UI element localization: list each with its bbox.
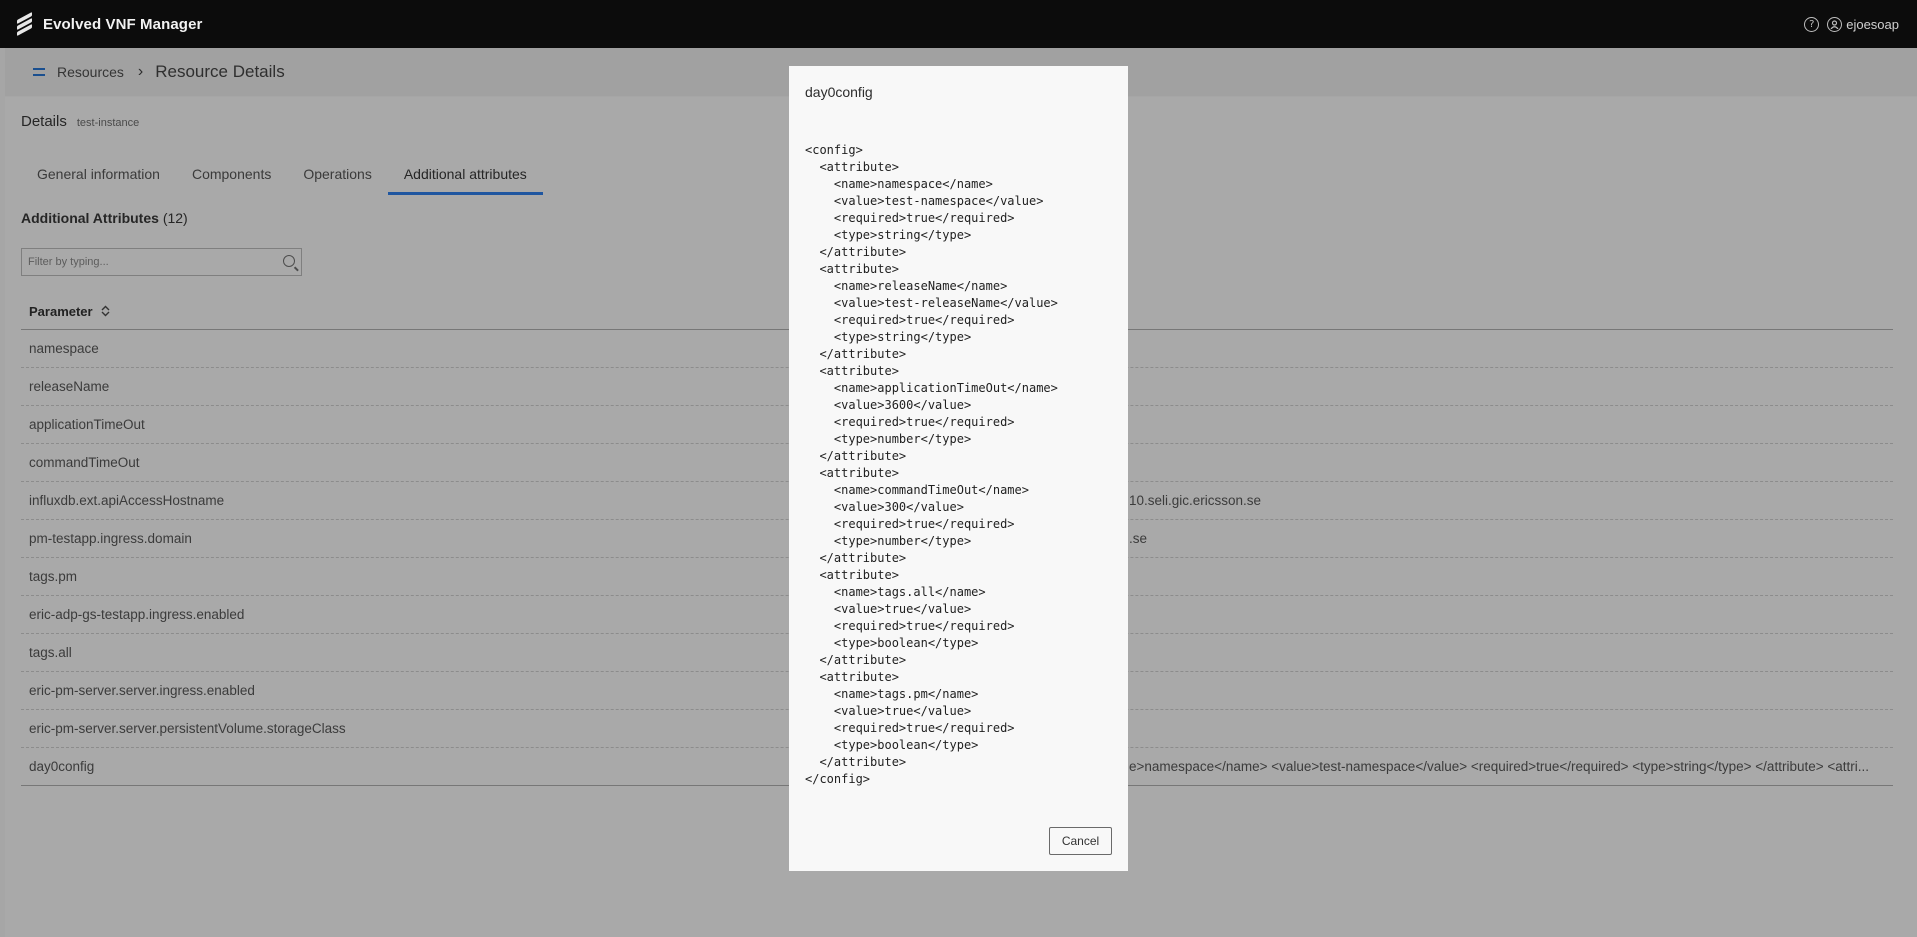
row-value: .se xyxy=(1129,531,1148,546)
sort-icon[interactable] xyxy=(101,305,110,317)
user-name: ejoesoap xyxy=(1846,16,1899,32)
tab-additional-attributes[interactable]: Additional attributes xyxy=(387,153,543,195)
row-parameter: namespace xyxy=(29,341,99,356)
dialog-title: day0config xyxy=(805,84,873,100)
page-title: Resource Details xyxy=(155,62,285,81)
tab-general-information[interactable]: General information xyxy=(21,153,176,195)
search-icon xyxy=(283,255,295,267)
dialog-xml-content: <config> <attribute> <name>namespace</na… xyxy=(805,143,1058,786)
user-icon xyxy=(1827,16,1843,32)
attribute-count: (12) xyxy=(162,210,188,226)
tab-operations[interactable]: Operations xyxy=(287,153,387,195)
row-parameter: applicationTimeOut xyxy=(29,417,145,432)
tab-components[interactable]: Components xyxy=(176,153,287,195)
ericsson-logo-icon xyxy=(17,12,35,36)
breadcrumb-resources-link[interactable]: Resources xyxy=(57,64,124,80)
app-title: Evolved VNF Manager xyxy=(43,15,203,33)
row-parameter: eric-pm-server.server.persistentVolume.s… xyxy=(29,721,346,736)
row-parameter: eric-pm-server.server.ingress.enabled xyxy=(29,683,255,698)
section-title: Additional Attributes (12) xyxy=(21,210,188,226)
row-parameter: tags.all xyxy=(29,645,72,660)
chevron-right-icon: › xyxy=(137,63,144,80)
row-value: 10.seli.gic.ericsson.se xyxy=(1129,493,1262,508)
row-parameter: influxdb.ext.apiAccessHostname xyxy=(29,493,225,508)
top-bar: Evolved VNF Manager ? ejoesoap xyxy=(0,0,1917,48)
row-parameter: day0config xyxy=(29,759,95,774)
menu-icon[interactable] xyxy=(33,68,45,76)
row-parameter: tags.pm xyxy=(29,569,78,584)
column-header-label: Parameter xyxy=(29,303,93,319)
filter-box xyxy=(21,248,302,276)
row-parameter: pm-testapp.ingress.domain xyxy=(29,531,192,546)
row-parameter: eric-adp-gs-testapp.ingress.enabled xyxy=(29,607,245,622)
section-title-text: Additional Attributes xyxy=(21,210,159,226)
instance-name: test-instance xyxy=(76,117,140,129)
row-value: e>namespace</name> <value>test-namespace… xyxy=(1129,759,1869,774)
row-parameter: releaseName xyxy=(29,379,110,394)
day0config-dialog: day0config <config> <attribute> <name>na… xyxy=(789,66,1128,871)
tab-bar: General information Components Operation… xyxy=(21,153,543,195)
help-icon[interactable]: ? xyxy=(1804,16,1820,32)
user-menu[interactable]: ejoesoap xyxy=(1827,16,1899,32)
filter-input[interactable] xyxy=(22,249,262,275)
details-title: Details xyxy=(21,113,67,130)
row-parameter: commandTimeOut xyxy=(29,455,140,470)
cancel-button[interactable]: Cancel xyxy=(1049,827,1112,855)
